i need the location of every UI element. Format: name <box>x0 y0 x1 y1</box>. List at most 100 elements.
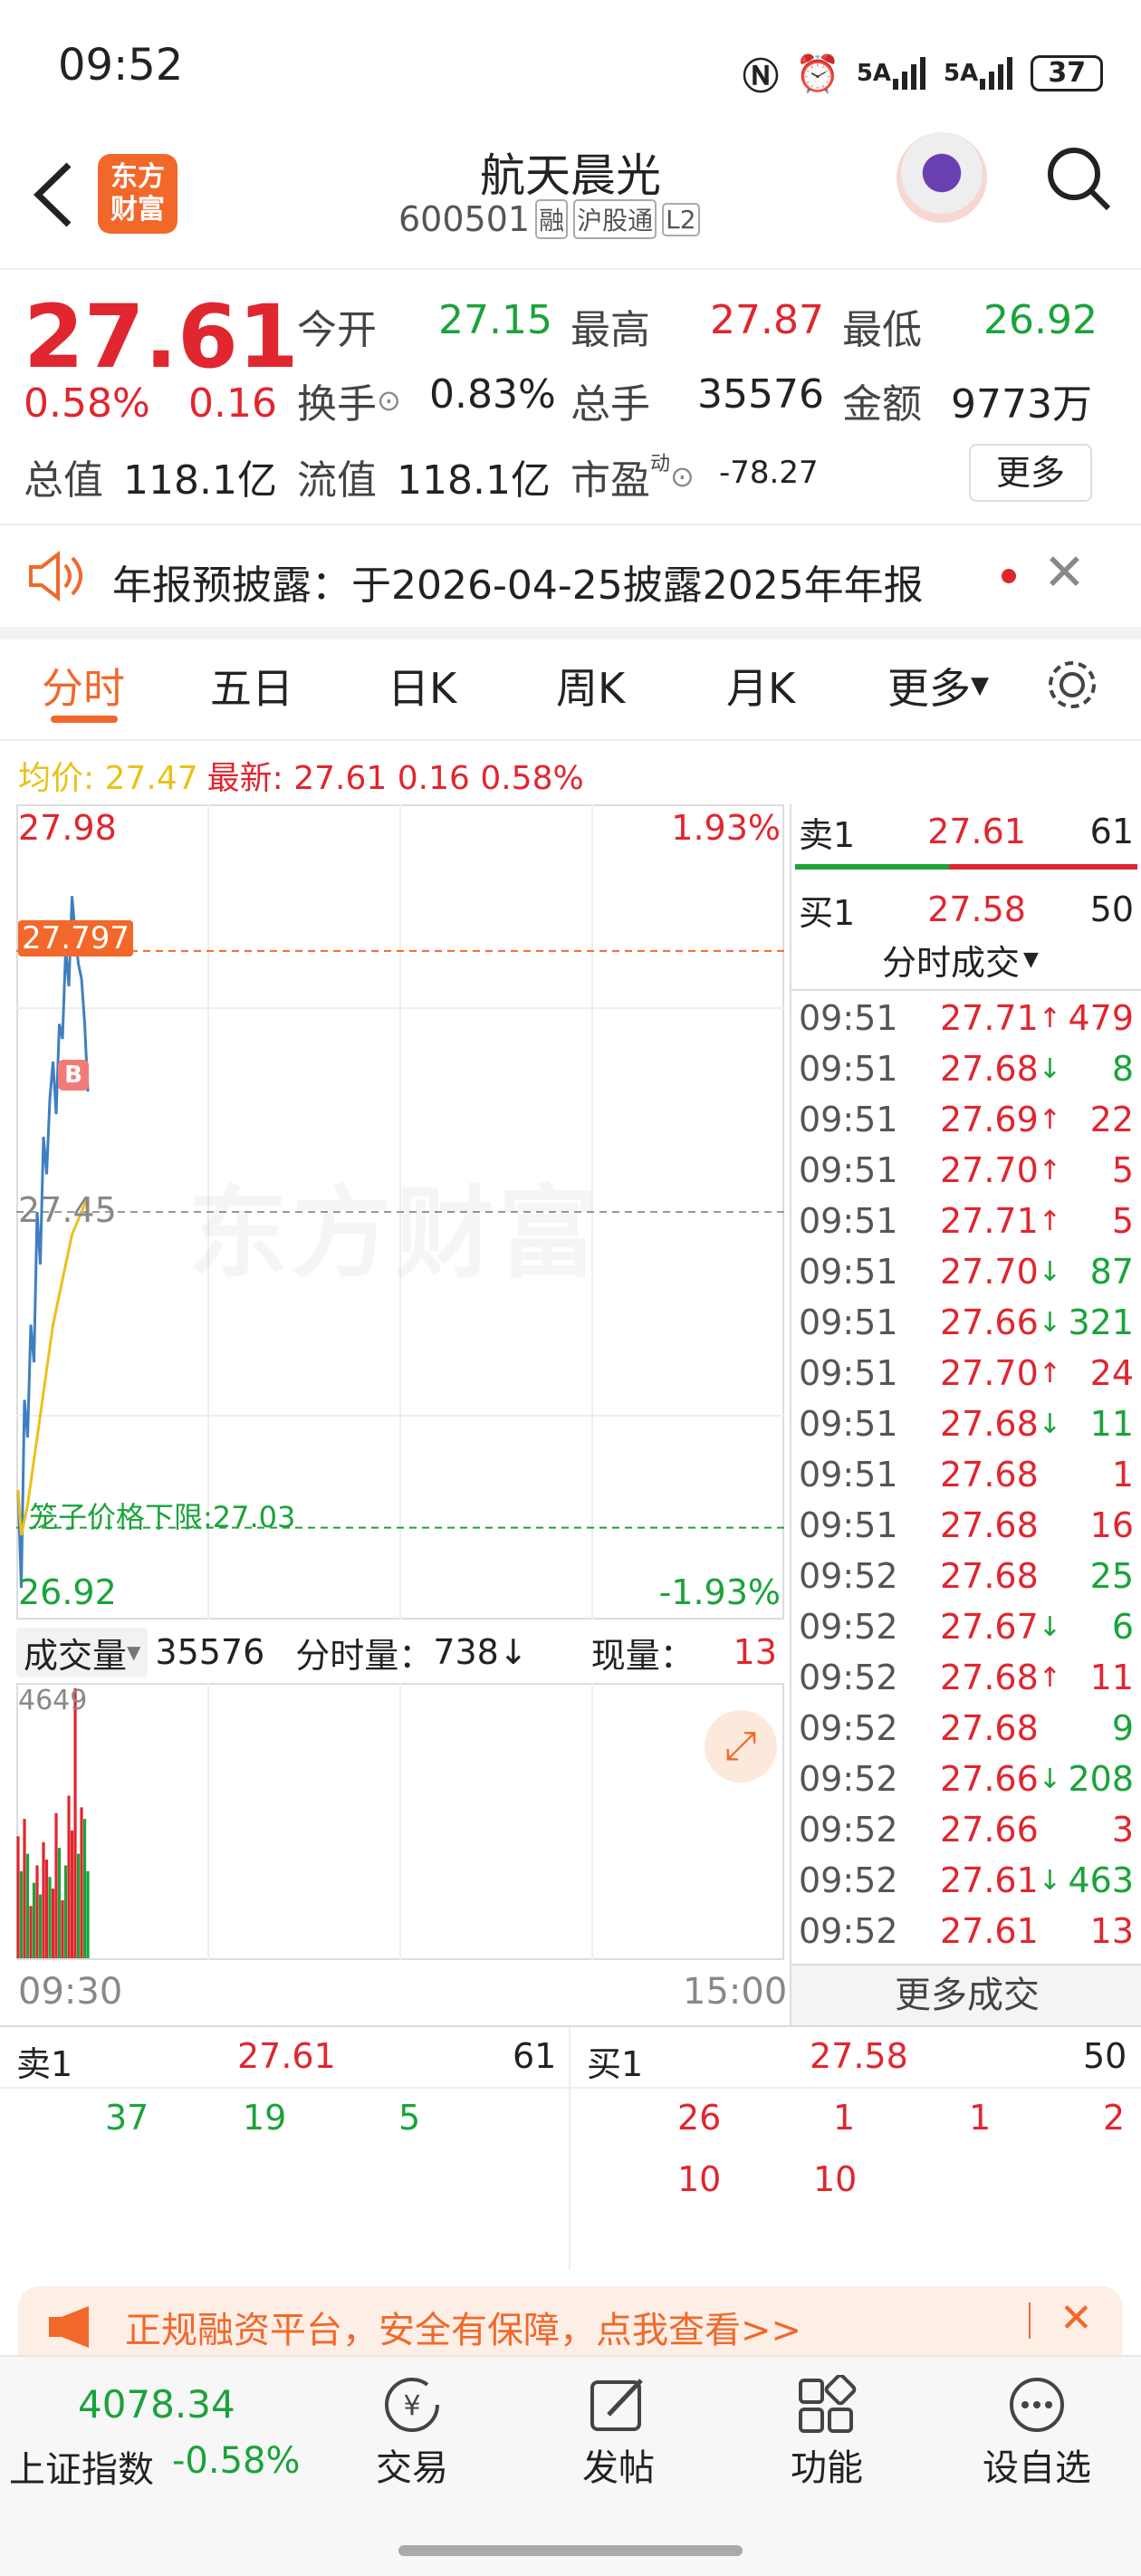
ad-text: 正规融资平台，安全有保障，点我查看>> <box>125 2310 802 2351</box>
trade-row: 09:52 27.67 ↓ 6 <box>799 1601 1134 1652</box>
trade-price: 27.70 <box>940 1150 1039 1190</box>
trade-time: 09:51 <box>799 1302 898 1342</box>
index-name[interactable]: 上证指数 <box>9 2440 154 2493</box>
dropdown-icon: ▼ <box>971 672 989 699</box>
quote-panel: 27.61 0.58% 0.16 今开 27.15 最高 27.87 最低 26… <box>0 270 1141 524</box>
intraday-chart[interactable]: 27.98 1.93% 27.797 B 27.45 东方财富 笼子价格下限:2… <box>16 804 784 1620</box>
trade-volume: 11 <box>1089 1404 1134 1444</box>
volume-bar <box>73 1688 77 1958</box>
tag-connect: 沪股通 <box>573 199 657 239</box>
tab-five-day[interactable]: 五日 <box>210 656 293 716</box>
tab-weekly-k[interactable]: 周K <box>556 656 625 716</box>
trade-price: 27.68 <box>940 1556 1039 1596</box>
nav-trade[interactable]: ¥ 交易 <box>362 2375 462 2491</box>
trade-price: 27.67 <box>940 1607 1039 1647</box>
queue-buy-order: 10 <box>813 2159 858 2199</box>
buy-marker[interactable]: B <box>58 1060 89 1091</box>
volume-bars <box>16 1683 784 1960</box>
trades-title[interactable]: 分时成交 ▼ <box>882 935 1039 985</box>
megaphone-icon <box>49 2306 89 2348</box>
volume-bar <box>16 1836 20 1958</box>
info-icon[interactable]: ⊙ <box>377 383 401 418</box>
trade-row: 09:52 27.66 ↓ 208 <box>799 1754 1134 1804</box>
nfc-icon: Ⓝ <box>743 56 779 98</box>
close-icon[interactable]: ✕ <box>1043 543 1086 602</box>
more-trades-button[interactable]: 更多成交 <box>791 1964 1141 2025</box>
trade-time: 09:52 <box>799 1708 898 1748</box>
top-pct: 1.93% <box>671 808 781 848</box>
order-book-panel: 卖1 27.61 61 买1 27.58 50 分时成交 ▼ 09:51 27.71 ↑ 479… <box>790 804 1141 2025</box>
yen-icon: ¥ <box>385 2378 439 2432</box>
volume-max-label: 4649 <box>18 1685 88 1716</box>
price-limit-label: 笼子价格下限:27.03 <box>29 1500 296 1534</box>
high-value: 27.87 <box>710 297 824 343</box>
mcap-label: 总值 <box>24 457 103 504</box>
home-indicator <box>398 2545 743 2556</box>
index-value[interactable]: 4078.34 <box>78 2382 235 2427</box>
nav-function[interactable]: 功能 <box>777 2375 877 2491</box>
queue-buy-label: 买1 <box>587 2044 644 2084</box>
queue-sell-order: 19 <box>243 2098 287 2138</box>
more-button[interactable]: 更多 <box>969 444 1092 502</box>
amount-label: 金额 <box>842 381 922 428</box>
bid1-row: 买1 27.58 50 <box>799 889 1134 933</box>
turnover-value: 0.83% <box>429 371 556 418</box>
trade-price: 27.66 <box>940 1810 1039 1850</box>
now-vol-value: 13 <box>733 1632 777 1672</box>
trade-volume: 11 <box>1089 1658 1134 1697</box>
trade-price: 27.70 <box>940 1353 1039 1393</box>
down-arrow-icon: ↓ <box>1038 1255 1061 1288</box>
header: 东方 财富 航天晨光 600501 融 沪股通 L2 <box>0 127 1141 268</box>
dropdown-icon: ▼ <box>1023 948 1039 971</box>
down-arrow-icon: ↓ <box>1038 1864 1061 1897</box>
trade-time: 09:51 <box>799 1100 898 1139</box>
volume-bar <box>35 1865 39 1958</box>
end-time: 15:00 <box>683 1971 788 2013</box>
trade-row: 09:52 27.68 ↑ 11 <box>799 1652 1134 1703</box>
trade-time: 09:52 <box>799 1810 898 1850</box>
volume-bar <box>29 1906 33 1958</box>
robot-avatar[interactable] <box>896 132 987 223</box>
notice-bar[interactable]: 年报预披露：于2026-04-25披露2025年年报 ✕ <box>0 525 1141 627</box>
volume-header: 成交量 ▼ 35576 分时量： 738 ↓ 现量： 13 <box>16 1627 784 1677</box>
trade-price: 27.61 <box>940 1860 1039 1900</box>
trade-volume: 3 <box>1111 1810 1134 1850</box>
tab-daily-k[interactable]: 日K <box>388 656 456 716</box>
tab-intraday[interactable]: 分时 <box>42 656 125 716</box>
down-arrow-icon: ↓ <box>1038 1763 1061 1795</box>
minute-vol-value: 738 <box>433 1632 499 1672</box>
trade-time: 09:51 <box>799 1505 898 1545</box>
trade-volume: 6 <box>1111 1607 1134 1647</box>
settings-gear-icon[interactable] <box>1045 658 1099 712</box>
volume-chart[interactable]: 4649 ⤢ <box>16 1683 784 1960</box>
signal-icon: 5A <box>857 57 927 90</box>
bottom-nav: 4078.34 上证指数 -0.58% ¥ 交易 发帖 功能 设自选 <box>0 2355 1141 2576</box>
trade-row: 09:51 27.71 ↑ 5 <box>799 1196 1134 1246</box>
tab-bar: 分时 五日 日K 周K 月K 更多 ▼ <box>0 639 1141 739</box>
nav-watchlist[interactable]: 设自选 <box>969 2375 1105 2491</box>
volume-bar <box>23 1819 26 1958</box>
trade-row: 09:51 27.68 16 <box>799 1500 1134 1551</box>
edit-icon <box>590 2379 643 2431</box>
high-label: 最高 <box>570 307 650 353</box>
index-pct[interactable]: -0.58% <box>172 2440 301 2482</box>
ad-banner[interactable]: 正规融资平台，安全有保障，点我查看>> ✕ <box>18 2286 1123 2355</box>
nav-post[interactable]: 发帖 <box>569 2375 668 2491</box>
tab-monthly-k[interactable]: 月K <box>726 656 795 716</box>
book-ratio-bar <box>795 864 1137 870</box>
status-icons: Ⓝ ⏰ 5A 5A 37 <box>743 47 1104 100</box>
volume-bar <box>42 1841 45 1958</box>
queue-buy-order: 10 <box>677 2159 722 2199</box>
queue-buy-order: 26 <box>677 2098 722 2138</box>
pe-label: 市盈 动 ⊙ <box>570 453 695 504</box>
volume-selector[interactable]: 成交量 ▼ <box>16 1627 149 1677</box>
search-icon[interactable] <box>1045 145 1112 212</box>
bottom-price: 26.92 <box>18 1572 117 1612</box>
trade-price: 27.70 <box>940 1252 1039 1292</box>
tab-more[interactable]: 更多 ▼ <box>887 656 989 716</box>
trade-volume: 8 <box>1111 1049 1134 1089</box>
expand-icon[interactable]: ⤢ <box>705 1710 777 1783</box>
info-icon[interactable]: ⊙ <box>670 459 695 494</box>
alarm-icon: ⏰ <box>795 53 840 95</box>
ad-close-icon[interactable]: ✕ <box>1060 2295 1093 2341</box>
